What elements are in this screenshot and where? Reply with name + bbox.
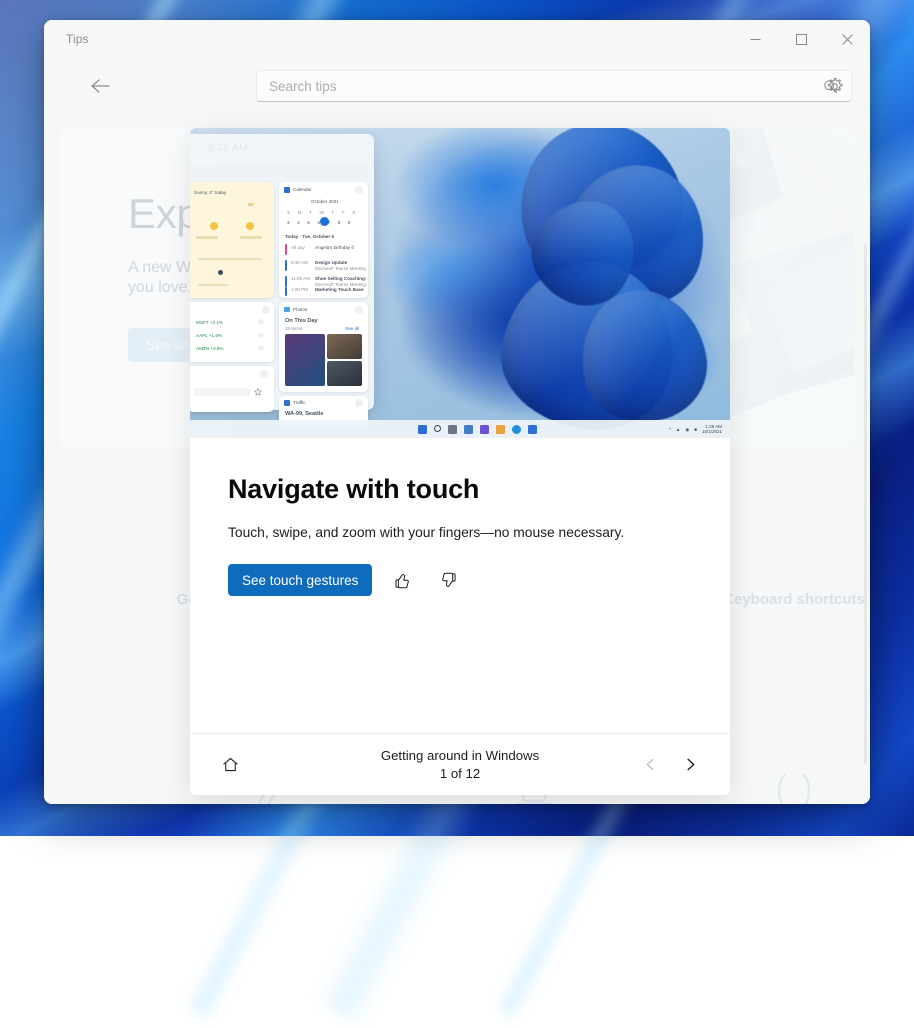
tray-chevron-icon: ^ bbox=[669, 427, 671, 432]
photo-thumb bbox=[327, 361, 362, 386]
traffic-place: WA-99, Seattle bbox=[285, 411, 324, 417]
hero-widget-photos: Photos On This Day 25 items See all bbox=[279, 302, 368, 392]
photos-more-icon bbox=[355, 306, 363, 314]
calendar-event-title: Shoe Selling Coaching: Fun bbox=[315, 276, 368, 281]
weather-marker-icon bbox=[218, 270, 223, 275]
calendar-event-title: Design Update bbox=[315, 260, 347, 265]
tip-description: Touch, swipe, and zoom with your fingers… bbox=[228, 525, 692, 540]
hero-widgets-panel: Sunny, 2° today 58° Calendar October 202… bbox=[190, 134, 374, 410]
thumbs-up-icon bbox=[393, 571, 412, 590]
calendar-today-label: Today · Tue, October 5 bbox=[285, 234, 334, 239]
chevron-right-icon bbox=[683, 757, 698, 772]
calendar-today-marker bbox=[320, 217, 329, 226]
calendar-event-time: 11:00 AM bbox=[291, 276, 310, 281]
previous-button[interactable] bbox=[632, 747, 668, 783]
photos-see-all-link[interactable]: See all bbox=[345, 326, 359, 331]
calendar-more-icon bbox=[355, 186, 363, 194]
misc-more-icon bbox=[260, 370, 268, 378]
calendar-month: October 2021 bbox=[311, 199, 339, 204]
calendar-event-time: 9:30 AM bbox=[291, 260, 308, 265]
calendar-event-time: 1:00 PM bbox=[291, 287, 308, 292]
hero-taskbar: ^ ▲ ◉ ■ 1:28 AM 10/1/2021 bbox=[190, 420, 730, 438]
tip-title: Navigate with touch bbox=[228, 474, 692, 505]
calendar-title: Calendar bbox=[293, 187, 312, 192]
widgets-icon bbox=[464, 425, 473, 434]
weather-high: 58° bbox=[248, 202, 255, 207]
calendar-event-title: Marketing Touch Base bbox=[315, 287, 364, 292]
hero-widget-search-box bbox=[190, 166, 368, 178]
calendar-event-detail: Microsoft Teams Meeting bbox=[315, 266, 366, 271]
photo-thumb bbox=[285, 334, 325, 386]
edge-icon bbox=[512, 425, 521, 434]
calendar-app-icon bbox=[284, 187, 290, 193]
chevron-left-icon bbox=[643, 757, 658, 772]
calendar-weekdays: SMTWTFS bbox=[287, 210, 363, 215]
stocks-more-icon bbox=[262, 306, 270, 314]
store-icon bbox=[528, 425, 537, 434]
star-icon bbox=[254, 388, 262, 396]
hero-taskbar-icons bbox=[418, 425, 537, 434]
photo-thumb bbox=[327, 334, 362, 359]
hero-widget-calendar: Calendar October 2021 SMTWTFS 3456789 To… bbox=[279, 182, 368, 298]
photos-app-icon bbox=[284, 307, 290, 312]
hero-taskbar-tray: ^ ▲ ◉ ■ 1:28 AM 10/1/2021 bbox=[669, 424, 722, 434]
tip-hero-image: 9:28 AM Sunny, 2° today 58° bbox=[190, 128, 730, 438]
photos-count: 25 items bbox=[285, 326, 302, 331]
tip-content: Navigate with touch Touch, swipe, and zo… bbox=[190, 438, 730, 733]
hero-widget-stocks: MSFT +3.1% AAPL +1.6% AMZN +0.5% bbox=[190, 302, 274, 362]
search-icon bbox=[434, 425, 441, 432]
traffic-title: Traffic bbox=[293, 400, 306, 405]
bloom-wallpaper bbox=[363, 128, 730, 438]
weather-caption: Sunny, 2° today bbox=[194, 190, 226, 195]
tray-date: 10/1/2021 bbox=[702, 429, 722, 434]
dislike-button[interactable] bbox=[432, 564, 464, 596]
weather-sun-icon bbox=[246, 222, 254, 230]
photos-title: Photos bbox=[293, 307, 307, 312]
chat-icon bbox=[480, 425, 489, 434]
start-icon bbox=[418, 425, 427, 434]
traffic-more-icon bbox=[355, 399, 363, 407]
thumbs-down-icon bbox=[439, 571, 458, 590]
next-button[interactable] bbox=[672, 747, 708, 783]
task-view-icon bbox=[448, 425, 457, 434]
photos-subtitle: On This Day bbox=[285, 318, 318, 324]
tray-network-icon: ▲ bbox=[676, 427, 680, 432]
home-button[interactable] bbox=[212, 747, 248, 783]
file-explorer-icon bbox=[496, 425, 505, 434]
tip-card-dialog: 9:28 AM Sunny, 2° today 58° bbox=[190, 128, 730, 795]
weather-sun-icon bbox=[210, 222, 218, 230]
calendar-event-time: All day bbox=[291, 245, 305, 250]
traffic-app-icon bbox=[284, 400, 290, 406]
tips-app-window: Tips bbox=[44, 20, 870, 804]
calendar-event-title: Angela's birthday ð bbox=[315, 245, 354, 250]
tray-battery-icon: ■ bbox=[694, 427, 697, 432]
footer-navigation bbox=[632, 747, 708, 783]
home-icon bbox=[221, 755, 240, 774]
like-button[interactable] bbox=[386, 564, 418, 596]
tip-actions: See touch gestures bbox=[228, 564, 692, 596]
hero-widget-weather: Sunny, 2° today 58° bbox=[190, 182, 274, 298]
see-touch-gestures-button[interactable]: See touch gestures bbox=[228, 564, 372, 596]
hero-widget-misc bbox=[190, 366, 274, 412]
tray-volume-icon: ◉ bbox=[685, 427, 689, 432]
tip-footer: Getting around in Windows 1 of 12 bbox=[190, 733, 730, 795]
